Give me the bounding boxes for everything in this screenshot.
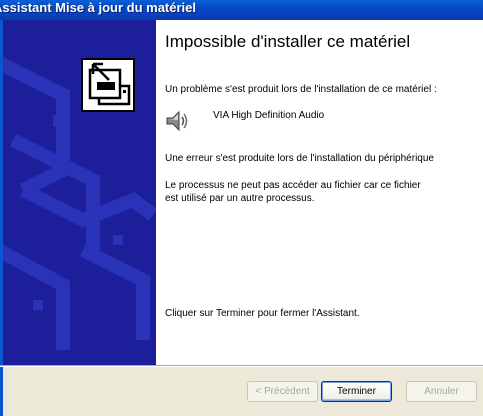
cancel-button[interactable]: Annuler [406,381,477,402]
finish-instruction: Cliquer sur Terminer pour fermer l'Assis… [165,308,360,319]
problem-text: Un problème s'est produit lors de l'inst… [165,84,437,95]
finish-button[interactable]: Terminer [321,381,392,402]
speaker-icon [164,108,190,134]
error-detail-line-1: Le processus ne peut pas accéder au fich… [165,180,421,191]
wizard-sidebar [3,20,156,365]
page-title: Impossible d'installer ce matériel [165,32,411,51]
error-detail-line-2: est utilisé par un autre processus. [165,193,315,204]
error-text: Une erreur s'est produite lors de l'inst… [165,153,434,164]
previous-button[interactable]: < Précédent [247,381,318,402]
title-bar[interactable]: Assistant Mise à jour du matériel [0,0,483,20]
wizard-content: Impossible d'installer ce matériel Un pr… [156,20,483,365]
hardware-wizard-icon [81,58,135,112]
device-name: VIA High Definition Audio [213,110,325,121]
window-title: Assistant Mise à jour du matériel [0,0,197,15]
button-separator [0,365,483,367]
